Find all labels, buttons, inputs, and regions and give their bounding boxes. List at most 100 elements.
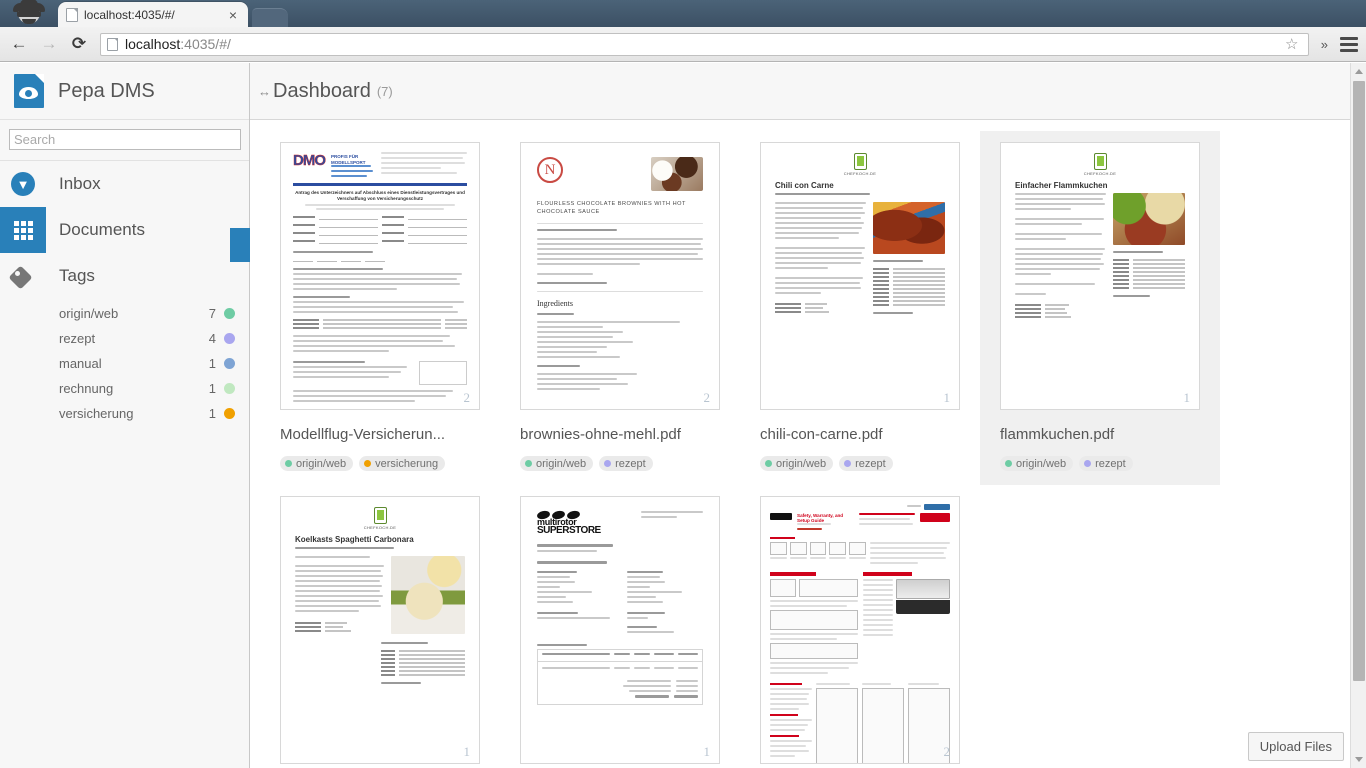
tag-count: 1 [208,356,216,371]
tag-chip[interactable]: origin/web [280,456,354,471]
document-card[interactable]: N FLOURLESS CHOCOLATE BROWNIES WITH HOT … [500,131,740,485]
tag-count: 1 [208,381,216,396]
app-title: Pepa DMS [58,79,155,102]
tag-chip[interactable]: origin/web [760,456,834,471]
document-card[interactable]: Safety, Warranty, and Setup Guide 2 [740,485,980,768]
upload-files-button[interactable]: Upload Files [1247,732,1344,761]
document-card[interactable]: CHEFKOCH.DE Chili con Carne 1 chili-con-… [740,131,980,485]
overflow-chevron-icon[interactable]: » [1317,37,1332,52]
tag-chip-label: rezept [855,457,886,470]
tag-icon [0,253,46,299]
document-card[interactable]: multirotor SUPERSTORE 1 [500,485,740,768]
tag-item-manual[interactable]: manual 1 [0,351,249,376]
tab-title: localhost:4035/#/ [84,7,175,22]
tag-chip[interactable]: versicherung [359,456,446,471]
sidebar-item-label: Inbox [59,174,101,193]
recipe-section-title: Ingredients [537,298,573,308]
back-icon[interactable]: ← [8,33,30,55]
close-icon[interactable]: × [226,8,240,22]
sidebar-item-documents[interactable]: Documents [0,207,249,253]
url-path: :4035/#/ [180,36,231,52]
tag-color-dot [224,358,235,369]
tag-item-versicherung[interactable]: versicherung 1 [0,401,249,426]
tag-label: rechnung [59,381,114,396]
tag-chip[interactable]: rezept [839,456,893,471]
forward-icon[interactable]: → [38,33,60,55]
document-thumbnail[interactable]: N FLOURLESS CHOCOLATE BROWNIES WITH HOT … [520,142,720,410]
tag-color-dot [224,383,235,394]
tag-item-rezept[interactable]: rezept 4 [0,326,249,351]
document-thumbnail[interactable]: CHEFKOCH.DE Einfacher Flammkuchen 1 [1000,142,1200,410]
reload-icon[interactable]: ⟳ [68,33,90,55]
document-thumbnail[interactable]: DMO PROFIS FÜR MODELLSPORT Antrag des Un… [280,142,480,410]
tag-label: rezept [59,331,96,346]
browser-tab[interactable]: localhost:4035/#/ × [58,2,248,27]
tag-chip-label: origin/web [536,457,587,470]
multirotor-logo-subtext: SUPERSTORE [537,525,601,536]
document-card[interactable]: CHEFKOCH.DE Koelkasts Spaghetti Carbonar… [260,485,500,768]
page-count-badge: 1 [1183,390,1191,405]
tag-chip[interactable]: origin/web [1000,456,1074,471]
scroll-down-icon[interactable] [1351,751,1366,768]
page-count-badge: 1 [703,744,711,759]
tab-strip: localhost:4035/#/ × [0,0,1366,27]
main-content: ↔ Dashboard (7) DMO PROFIS FÜR MODELLSPO… [250,63,1366,768]
document-card[interactable]: DMO PROFIS FÜR MODELLSPORT Antrag des Un… [260,131,500,485]
tag-count: 7 [208,306,216,321]
grid-icon [0,207,46,253]
lenovo-logo-icon [920,513,950,522]
search-input[interactable] [9,129,241,150]
browser-window: localhost:4035/#/ × ← → ⟳ localhost:4035… [0,0,1366,768]
scroll-up-icon[interactable] [1351,63,1366,80]
page-count-badge: 2 [943,744,951,759]
tag-chip-label: origin/web [296,457,347,470]
page-count-badge: 2 [703,390,711,405]
tag-chip-label: origin/web [776,457,827,470]
tag-chip[interactable]: rezept [599,456,653,471]
lenovo-guide-title: Safety, Warranty, and Setup Guide [797,513,844,523]
new-tab-button[interactable] [252,8,288,27]
nigella-logo-icon: N [537,157,563,183]
pepa-dms-logo-icon [14,74,44,108]
tags-heading: Tags [59,266,95,285]
thumbnail-preview-dmo-form: DMO PROFIS FÜR MODELLSPORT Antrag des Un… [281,143,479,409]
tag-item-rechnung[interactable]: rechnung 1 [0,376,249,401]
page-count-badge: 1 [463,744,471,759]
document-thumbnail[interactable]: CHEFKOCH.DE Koelkasts Spaghetti Carbonar… [280,496,480,764]
thinkpad-logo-icon [770,513,792,520]
recipe-photo [1113,193,1185,245]
browser-toolbar: ← → ⟳ localhost:4035/#/ ☆ » [0,27,1366,62]
recipe-title: Einfacher Flammkuchen [1015,181,1108,190]
sidebar-item-label: Documents [59,220,145,239]
recipe-photo [873,202,945,254]
document-grid: DMO PROFIS FÜR MODELLSPORT Antrag des Un… [260,131,1366,768]
tag-chip[interactable]: rezept [1079,456,1133,471]
tag-count: 4 [208,331,216,346]
address-bar[interactable]: localhost:4035/#/ ☆ [100,32,1309,56]
document-thumbnail[interactable]: CHEFKOCH.DE Chili con Carne 1 [760,142,960,410]
tag-label: versicherung [59,406,134,421]
sidebar-toggle-icon[interactable]: ↔ [258,84,273,99]
document-title: brownies-ohne-mehl.pdf [520,426,681,443]
recipe-title: Koelkasts Spaghetti Carbonara [295,535,414,544]
menu-icon[interactable] [1340,34,1358,55]
tag-chip[interactable]: origin/web [520,456,594,471]
document-card[interactable]: CHEFKOCH.DE Einfacher Flammkuchen 1 flam… [980,131,1220,485]
document-tags: origin/web rezept [1000,456,1200,471]
recipe-photo [391,556,465,634]
bookmark-star-icon[interactable]: ☆ [1282,35,1302,53]
vertical-scrollbar[interactable] [1350,63,1366,768]
search-container [0,120,249,161]
sidebar-section-tags[interactable]: Tags [0,253,249,299]
document-thumbnail[interactable]: Safety, Warranty, and Setup Guide 2 [760,496,960,764]
address-bar-url: localhost:4035/#/ [125,36,231,52]
sidebar-item-inbox[interactable]: ▼ Inbox [0,161,249,207]
inbox-down-arrow-icon: ▼ [0,161,46,207]
document-tags: origin/web rezept [520,456,720,471]
document-tags: origin/web rezept [760,456,960,471]
thumbnail-preview-lenovo-manual: Safety, Warranty, and Setup Guide [761,497,959,763]
chefkoch-logo-text: CHEFKOCH.DE [1083,171,1117,176]
document-thumbnail[interactable]: multirotor SUPERSTORE 1 [520,496,720,764]
scrollbar-thumb[interactable] [1353,81,1365,681]
tag-item-origin-web[interactable]: origin/web 7 [0,301,249,326]
